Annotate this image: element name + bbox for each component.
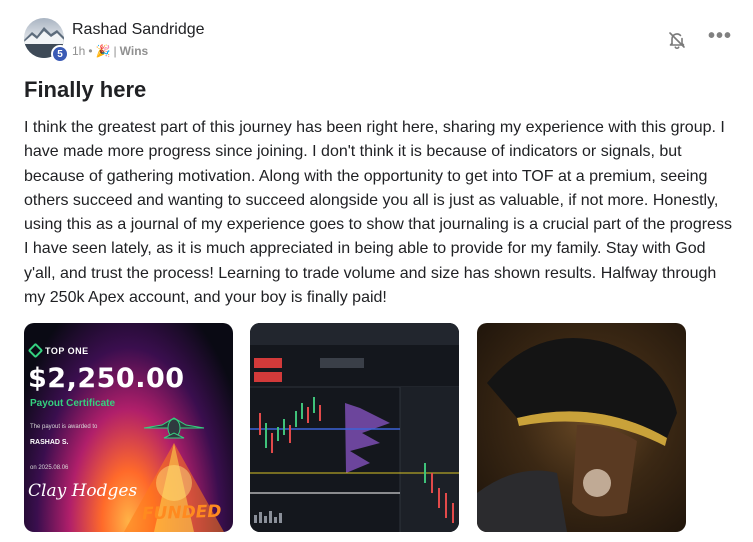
party-popper-icon: 🎉 — [95, 44, 111, 58]
logo-text: TOP ONE — [45, 345, 89, 356]
category-link[interactable]: Wins — [120, 44, 149, 58]
bell-off-icon[interactable] — [667, 30, 687, 50]
certificate-date: on 2025.08.06 — [30, 465, 69, 471]
author-avatar[interactable]: 5 — [24, 18, 69, 63]
certificate-subtitle: Payout Certificate — [30, 398, 116, 409]
post-title: Finally here — [24, 77, 147, 102]
post-time[interactable]: 1h — [72, 44, 85, 58]
funded-stamp: FUNDED — [141, 501, 222, 525]
awarded-label: The payout is awarded to — [30, 424, 98, 430]
photo-graphic — [477, 338, 677, 532]
post-header: 5 Rashad Sandridge 1h • 🎉 | Wins ••• — [24, 18, 736, 66]
more-horizontal-icon[interactable]: ••• — [708, 26, 731, 50]
category-divider: | — [113, 44, 117, 58]
recipient-name: RASHAD S. — [30, 439, 69, 446]
author-name[interactable]: Rashad Sandridge — [72, 21, 205, 39]
level-badge: 5 — [51, 45, 69, 63]
signature: Clay Hodges — [28, 481, 138, 501]
payout-amount: $2,250.00 — [28, 363, 185, 394]
top-one-logo: TOP ONE — [27, 342, 89, 359]
meta-separator: • — [88, 44, 93, 58]
trading-chart-image[interactable] — [250, 323, 459, 532]
trading-chart-graphic — [250, 323, 459, 532]
post-body: I think the greatest part of this journe… — [24, 119, 732, 307]
celebration-photo-image[interactable] — [477, 323, 686, 532]
logo-mark-icon — [27, 342, 44, 359]
payout-certificate-image[interactable]: TOP ONE $2,250.00 Payout Certificate The… — [24, 323, 233, 532]
post-meta: 1h • 🎉 | Wins — [72, 44, 148, 58]
